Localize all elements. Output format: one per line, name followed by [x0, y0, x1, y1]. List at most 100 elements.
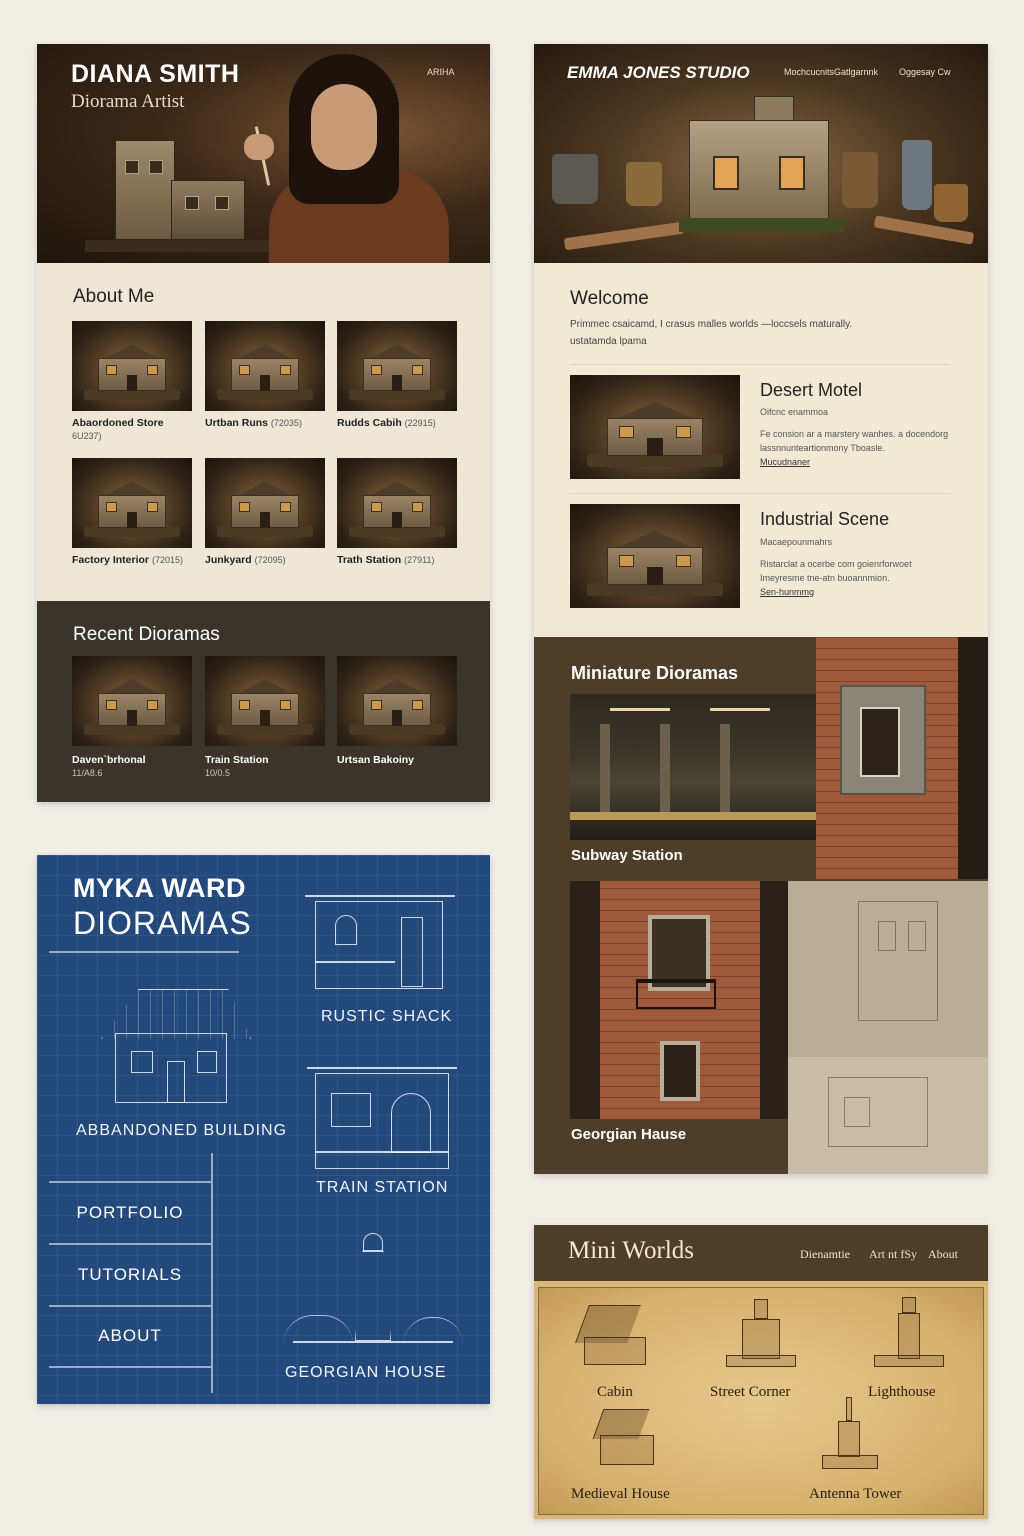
- diorama-thumbnail: [205, 321, 325, 411]
- diorama-thumbnail: [570, 375, 740, 479]
- item-title: Trath Station: [337, 554, 402, 566]
- item-title: Abaordoned Store: [72, 417, 164, 429]
- recent-item[interactable]: Daven`brhonal 11/A8.6: [72, 656, 192, 780]
- item-label: Antenna Tower: [809, 1486, 902, 1502]
- about-item[interactable]: Urtban Runs (72035): [205, 321, 325, 430]
- divider: [49, 1366, 211, 1368]
- site-subtitle: DIORAMAS: [73, 905, 252, 941]
- nav-link[interactable]: About: [928, 1247, 958, 1262]
- diorama-thumbnail: [337, 656, 457, 746]
- item-year: (22915): [404, 418, 436, 428]
- feature-link[interactable]: Mucudnaner: [760, 457, 810, 467]
- mini-worlds-site: Mini Worlds Dienamtie Art nt fSy About C…: [534, 1225, 988, 1519]
- artist-portrait: [244, 54, 459, 263]
- item-title: Junkyard: [205, 554, 252, 566]
- etched-medieval-house-icon[interactable]: [590, 1407, 660, 1471]
- item-title: Daven`brhonal: [72, 754, 146, 766]
- item-title: Rudds Cabih: [337, 417, 402, 429]
- myka-ward-site: MYKA WARD DIORAMAS ABBANDONED BUILDING R…: [37, 855, 490, 1404]
- recent-item[interactable]: Urtsan Bakoiny: [337, 656, 457, 767]
- site-brand[interactable]: Mini Worlds: [568, 1237, 694, 1265]
- blueprint-house-icon[interactable]: [87, 975, 277, 1115]
- diorama-thumbnail: [72, 656, 192, 746]
- feature-title: Desert Motel: [760, 380, 863, 400]
- georgian-house-image[interactable]: [570, 881, 788, 1119]
- item-title: Urtban Runs: [205, 417, 268, 429]
- nav-link[interactable]: Oggesay Cw: [899, 67, 951, 77]
- feature-subtitle: Macaepounmahrs: [760, 537, 833, 547]
- sketch-image: [788, 1057, 988, 1174]
- item-year: 6U237): [72, 431, 102, 441]
- hero-diorama-model: [85, 140, 275, 252]
- nav-link[interactable]: Mochcucnits: [784, 67, 834, 77]
- blueprint-shack-icon[interactable]: [305, 889, 455, 995]
- feature-desc: Ristarclat a ocerbe com goienrforwoet Im…: [760, 559, 912, 583]
- nav-portfolio[interactable]: PORTFOLIO: [49, 1203, 211, 1223]
- miniature-title: Miniature Dioramas: [571, 663, 739, 683]
- item-label: Street Corner: [710, 1384, 791, 1400]
- about-item[interactable]: Rudds Cabih (22915): [337, 321, 457, 430]
- gallery-label: Subway Station: [571, 847, 683, 864]
- recent-dioramas-section: Recent Dioramas Daven`brhonal 11/A8.6 Tra…: [37, 601, 490, 802]
- nav-about[interactable]: ABOUT: [49, 1326, 211, 1346]
- about-item[interactable]: Trath Station (27911): [337, 458, 457, 567]
- nav-tutorials[interactable]: TUTORIALS: [49, 1265, 211, 1285]
- diana-hero: DIANA SMITH Diorama Artist ARIHA: [37, 44, 490, 263]
- blueprint-label: TRAIN STATION: [316, 1179, 449, 1196]
- header-bar: Mini Worlds Dienamtie Art nt fSy About: [534, 1225, 988, 1281]
- sketch-image: [788, 881, 988, 1057]
- divider: [570, 364, 950, 365]
- item-title: Factory Interior: [72, 554, 150, 566]
- blueprint-lighthouse-icon[interactable]: [273, 1225, 473, 1355]
- nav-link[interactable]: ARIHA: [427, 67, 455, 77]
- divider: [49, 1305, 211, 1307]
- studio-diorama-model: [679, 96, 844, 236]
- diorama-thumbnail: [72, 458, 192, 548]
- feature-link[interactable]: Sen-hunmmg: [760, 587, 814, 597]
- blueprint-label: ABBANDONED BUILDING: [76, 1122, 288, 1139]
- diorama-thumbnail: [337, 321, 457, 411]
- nav-link[interactable]: Gatlgarnnk: [834, 67, 878, 77]
- divider: [49, 1243, 211, 1245]
- item-title: Urtsan Bakoiny: [337, 754, 415, 766]
- feature-subtitle: Oifcnc enammoa: [760, 407, 829, 417]
- item-year: (27911): [404, 555, 435, 565]
- site-title: MYKA WARD: [73, 873, 246, 903]
- subway-station-image[interactable]: [570, 694, 816, 840]
- studio-brand[interactable]: EMMA JONES STUDIO: [567, 63, 750, 83]
- diorama-thumbnail: [570, 504, 740, 608]
- welcome-title: Welcome: [570, 288, 649, 309]
- about-item[interactable]: Abaordoned Store 6U237): [72, 321, 192, 443]
- about-item[interactable]: Junkyard (72095): [205, 458, 325, 567]
- item-year: (72035): [270, 418, 302, 428]
- etched-cabin-icon[interactable]: [574, 1301, 654, 1369]
- item-label: Cabin: [597, 1384, 633, 1400]
- about-item[interactable]: Factory Interior (72015): [72, 458, 192, 567]
- item-year: (72015): [151, 555, 183, 565]
- feature-desc: Fe consion ar a marstery wanhes. a docen…: [760, 429, 949, 453]
- feature-title: Industrial Scene: [760, 509, 890, 529]
- miniature-dioramas-section: Miniature Dioramas Subway Station Georgi…: [534, 637, 988, 1174]
- nav-link[interactable]: Dienamtie: [800, 1247, 850, 1262]
- etched-lighthouse-icon[interactable]: [874, 1295, 944, 1371]
- diana-smith-site: DIANA SMITH Diorama Artist ARIHA About M…: [37, 44, 490, 802]
- blueprint-label: GEORGIAN HOUSE: [285, 1364, 447, 1381]
- item-year: 10/0.5: [205, 768, 231, 778]
- emma-jones-site: EMMA JONES STUDIO Mochcucnits Gatlgarnnk…: [534, 44, 988, 1174]
- nav-link[interactable]: Art nt fSy: [869, 1247, 917, 1262]
- blueprint-label: RUSTIC SHACK: [321, 1008, 453, 1025]
- diorama-thumbnail: [337, 458, 457, 548]
- etched-street-corner-icon[interactable]: [726, 1295, 796, 1371]
- diorama-thumbnail: [72, 321, 192, 411]
- etched-antenna-tower-icon[interactable]: [822, 1397, 878, 1473]
- recent-item[interactable]: Train Station 10/0.5: [205, 656, 325, 780]
- item-year: (72095): [254, 555, 286, 565]
- artist-subtitle: Diorama Artist: [71, 91, 185, 112]
- artist-name: DIANA SMITH: [71, 60, 240, 88]
- brick-wall-image: [816, 637, 988, 879]
- item-label: Medieval House: [571, 1486, 670, 1502]
- divider: [570, 493, 950, 494]
- blueprint-station-icon[interactable]: [307, 1063, 457, 1173]
- divider: [211, 1153, 213, 1393]
- recent-title: Recent Dioramas: [73, 624, 220, 645]
